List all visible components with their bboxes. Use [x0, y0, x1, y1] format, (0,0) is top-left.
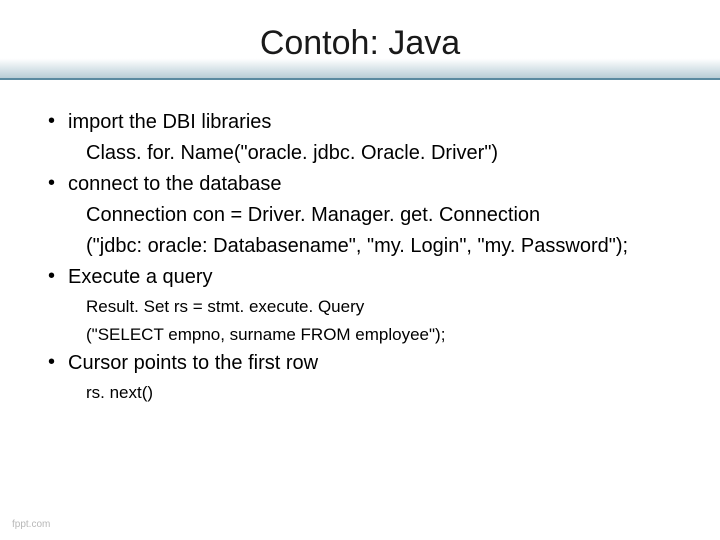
- list-item: Result. Set rs = stmt. execute. Query: [40, 294, 680, 320]
- content-area: import the DBI libraries Class. for. Nam…: [0, 80, 720, 406]
- item-text: Execute a query: [68, 266, 213, 288]
- list-item: ("jdbc: oracle: Databasename", "my. Logi…: [40, 232, 680, 261]
- item-text: ("jdbc: oracle: Databasename", "my. Logi…: [68, 235, 628, 257]
- list-item: Class. for. Name("oracle. jdbc. Oracle. …: [40, 139, 680, 168]
- list-item: rs. next(): [40, 380, 680, 406]
- list-item: connect to the database: [40, 170, 680, 199]
- item-text: rs. next(): [68, 383, 153, 402]
- item-text: Result. Set rs = stmt. execute. Query: [68, 297, 364, 316]
- header-band: Contoh: Java: [0, 0, 720, 80]
- list-item: Cursor points to the first row: [40, 349, 680, 378]
- item-text: import the DBI libraries: [68, 111, 271, 133]
- item-text: ("SELECT empno, surname FROM employee");: [68, 325, 445, 344]
- list-item: import the DBI libraries: [40, 108, 680, 137]
- item-text: Cursor points to the first row: [68, 352, 318, 374]
- item-text: Class. for. Name("oracle. jdbc. Oracle. …: [68, 142, 498, 164]
- list-item: Execute a query: [40, 263, 680, 292]
- item-text: connect to the database: [68, 173, 282, 195]
- item-text: Connection con = Driver. Manager. get. C…: [68, 204, 540, 226]
- list-item: Connection con = Driver. Manager. get. C…: [40, 201, 680, 230]
- slide-title: Contoh: Java: [260, 24, 460, 63]
- list-item: ("SELECT empno, surname FROM employee");: [40, 322, 680, 348]
- footer-watermark: fppt.com: [12, 519, 50, 530]
- bullet-list: import the DBI libraries Class. for. Nam…: [40, 108, 680, 406]
